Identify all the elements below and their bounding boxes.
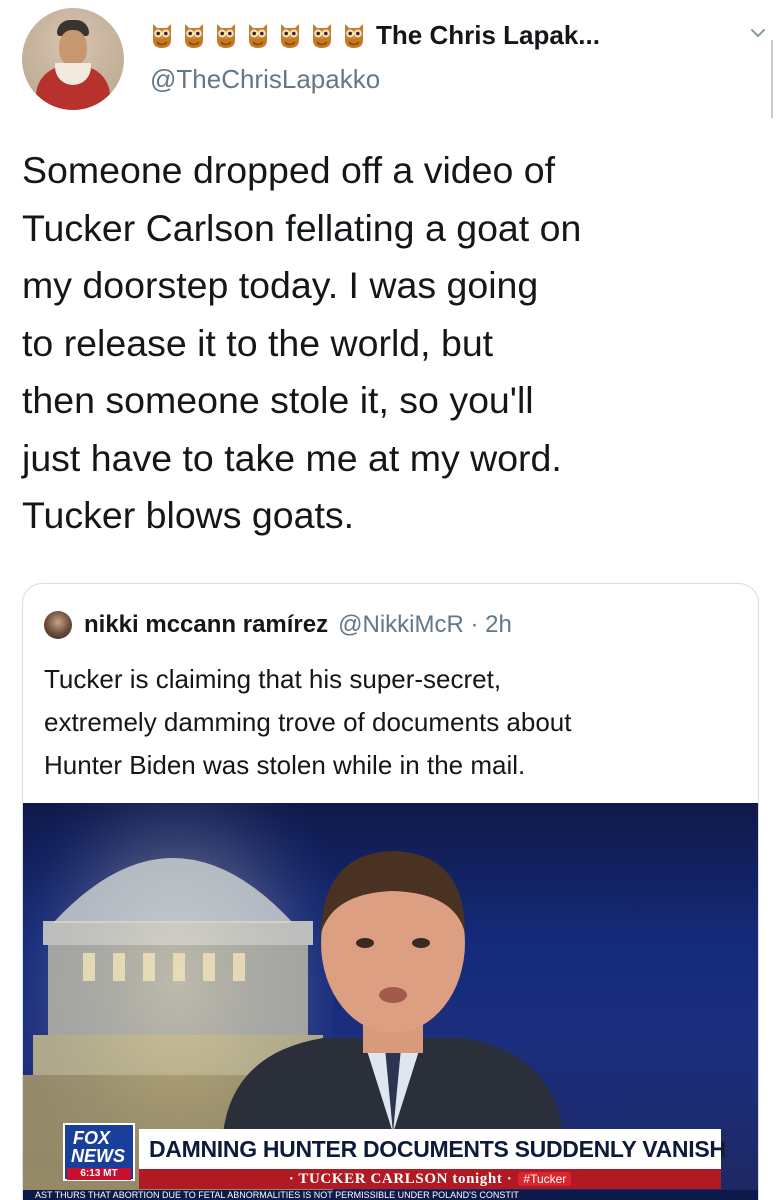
chevron-down-icon[interactable]: [749, 24, 767, 42]
author-display-name[interactable]: The Chris Lapak...: [376, 20, 600, 51]
quoted-text-line: Hunter Biden was stolen while in the mai…: [44, 750, 526, 780]
quoted-tweet[interactable]: nikki mccann ramírez @NikkiMcR · 2h Tuck…: [22, 583, 759, 1200]
chyron-headline: DAMNING HUNTER DOCUMENTS SUDDENLY VANISH: [149, 1135, 726, 1162]
quoted-text-line: extremely damming trove of documents abo…: [44, 707, 572, 737]
quoted-author-name[interactable]: nikki mccann ramírez: [84, 611, 328, 639]
quoted-author-handle-time: @NikkiMcR · 2h: [338, 611, 512, 638]
tweet-body: Someone dropped off a video of Tucker Ca…: [22, 142, 762, 545]
quoted-text-line: Tucker is claiming that his super-secret…: [44, 664, 502, 694]
tweet-body-line: then someone stole it, so you'll: [22, 379, 534, 421]
author-name-row[interactable]: The Chris Lapak...: [150, 16, 600, 54]
fox-news-logo: FOX NEWS 6:13 MT: [63, 1123, 135, 1181]
owl-icon: [182, 22, 206, 49]
news-chyron: FOX NEWS 6:13 MT DAMNING HUNTER DOCUMENT…: [23, 1119, 758, 1200]
chyron-headline-bar: DAMNING HUNTER DOCUMENTS SUDDENLY VANISH: [139, 1129, 726, 1169]
owl-icon: [342, 22, 366, 49]
owl-icon: [150, 22, 174, 49]
chyron-ticker: AST THURS THAT ABORTION DUE TO FETAL ABN…: [23, 1190, 758, 1200]
news-anchor-image: [223, 851, 563, 1133]
chyron-show-tag: #Tucker: [518, 1172, 572, 1186]
tweet-body-line: Someone dropped off a video of: [22, 149, 556, 191]
fox-logo-line2: NEWS: [71, 1146, 125, 1166]
owl-icon: [246, 22, 270, 49]
quoted-author-avatar[interactable]: [44, 611, 72, 639]
tweet-body-line: Tucker blows goats.: [22, 494, 355, 536]
tweet-body-line: my doorstep today. I was going: [22, 264, 539, 306]
tweet-body-line: to release it to the world, but: [22, 321, 494, 364]
tweet-card: The Chris Lapak... @TheChrisLapakko Some…: [0, 0, 776, 1200]
scrollbar[interactable]: [771, 40, 773, 118]
chyron-show-name: · TUCKER CARLSON tonight ·: [288, 1170, 513, 1187]
fox-logo-line1: FOX: [73, 1128, 111, 1148]
owl-icon: [310, 22, 334, 49]
tweet-body-line: just have to take me at my word.: [22, 436, 562, 479]
quoted-tweet-text: Tucker is claiming that his super-secret…: [44, 658, 744, 787]
chyron-show-bar: · TUCKER CARLSON tonight · #Tucker: [139, 1169, 721, 1189]
tweet-body-line: Tucker Carlson fellating a goat on: [22, 206, 582, 249]
owl-icon: [278, 22, 302, 49]
author-avatar[interactable]: [22, 8, 124, 110]
author-handle[interactable]: @TheChrisLapakko: [150, 64, 380, 95]
owl-icon: [214, 22, 238, 49]
quoted-tweet-media[interactable]: FOX NEWS 6:13 MT DAMNING HUNTER DOCUMENT…: [23, 803, 758, 1200]
quoted-tweet-header: nikki mccann ramírez @NikkiMcR · 2h: [44, 610, 512, 640]
fox-logo-time: 6:13 MT: [67, 1168, 131, 1180]
